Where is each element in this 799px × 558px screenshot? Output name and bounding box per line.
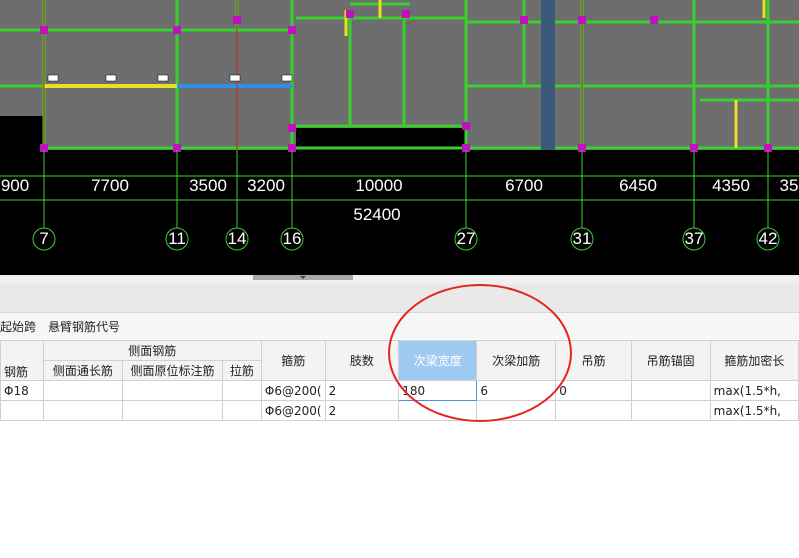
cell-side-through[interactable]: [42, 400, 124, 421]
col-header-stirrup-dense[interactable]: 箍筋加密长: [709, 340, 799, 381]
col-header-side-original[interactable]: 侧面原位标注筋: [122, 360, 223, 381]
axis-number-label: 27: [456, 229, 476, 248]
cad-drawing-canvas[interactable]: 900 7700 3500 3200 10000 6700 6450 4350 35 52400…: [0, 0, 799, 275]
dimension-label: 4350: [712, 176, 750, 195]
cell-stirrup-dense[interactable]: max(1.5*h,: [709, 380, 799, 401]
cell-hanger[interactable]: [555, 400, 632, 421]
panel-splitter[interactable]: [0, 275, 799, 284]
cell-tie[interactable]: [221, 380, 262, 401]
rebar-grade-icon: Φ: [264, 383, 275, 398]
cell-tie[interactable]: [221, 400, 262, 421]
axis-number-label: 42: [758, 229, 778, 248]
cell-rebar[interactable]: [0, 400, 44, 421]
dimension-label: 3200: [247, 176, 285, 195]
cell-stirrup-dense[interactable]: max(1.5*h,: [709, 400, 799, 421]
cell-hanger-anchor[interactable]: [630, 400, 711, 421]
cell-hanger-anchor[interactable]: [630, 380, 711, 401]
cell-rebar[interactable]: Φ18: [0, 380, 44, 401]
cell-side-original[interactable]: [122, 380, 223, 401]
axis-number-label: 37: [684, 229, 704, 248]
dimension-label: 3500: [189, 176, 227, 195]
dimension-label: 7700: [91, 176, 129, 195]
collapse-grip-icon[interactable]: [253, 275, 353, 280]
col-header-rebar[interactable]: 钢筋: [0, 340, 44, 381]
col-header-side-through[interactable]: 侧面通长筋: [42, 360, 124, 381]
table-row: Φ6@200( 2 max(1.5*h,: [0, 400, 799, 421]
cell-side-through[interactable]: [42, 380, 124, 401]
dimension-label: 6450: [619, 176, 657, 195]
axis-number-label: 7: [39, 229, 49, 248]
axis-number-label: 16: [282, 229, 302, 248]
toolbar-item-cantilever-code[interactable]: 悬臂钢筋代号: [48, 320, 120, 334]
dimension-label: 6700: [505, 176, 543, 195]
col-header-stirrup[interactable]: 箍筋: [260, 340, 326, 381]
total-dimension: 52400: [353, 205, 401, 224]
cell-hanger[interactable]: 0: [555, 380, 632, 401]
toolbar-item-start-span[interactable]: 起始跨: [0, 320, 36, 334]
cell-legs[interactable]: 2: [324, 380, 400, 401]
dimension-label: 900: [0, 176, 30, 195]
col-header-hanger-anchor[interactable]: 吊筋锚固: [630, 340, 711, 381]
axis-number-label: 31: [572, 229, 592, 248]
axis-number-label: 14: [227, 229, 247, 248]
cell-stirrup[interactable]: Φ6@200(: [260, 380, 326, 401]
cell-stirrup[interactable]: Φ6@200(: [260, 400, 326, 421]
cell-side-original[interactable]: [122, 400, 223, 421]
dimension-label: 35: [779, 176, 799, 195]
annotation-circle: [388, 284, 572, 422]
col-header-tie[interactable]: 拉筋: [221, 360, 262, 381]
cell-legs[interactable]: 2: [324, 400, 400, 421]
group-header-side-rebar: 侧面钢筋: [42, 340, 262, 361]
rebar-grade-icon: Φ: [264, 403, 275, 418]
panel-header: [0, 284, 799, 313]
axis-number-label: 11: [168, 229, 186, 248]
dimension-label: 10000: [355, 176, 403, 195]
